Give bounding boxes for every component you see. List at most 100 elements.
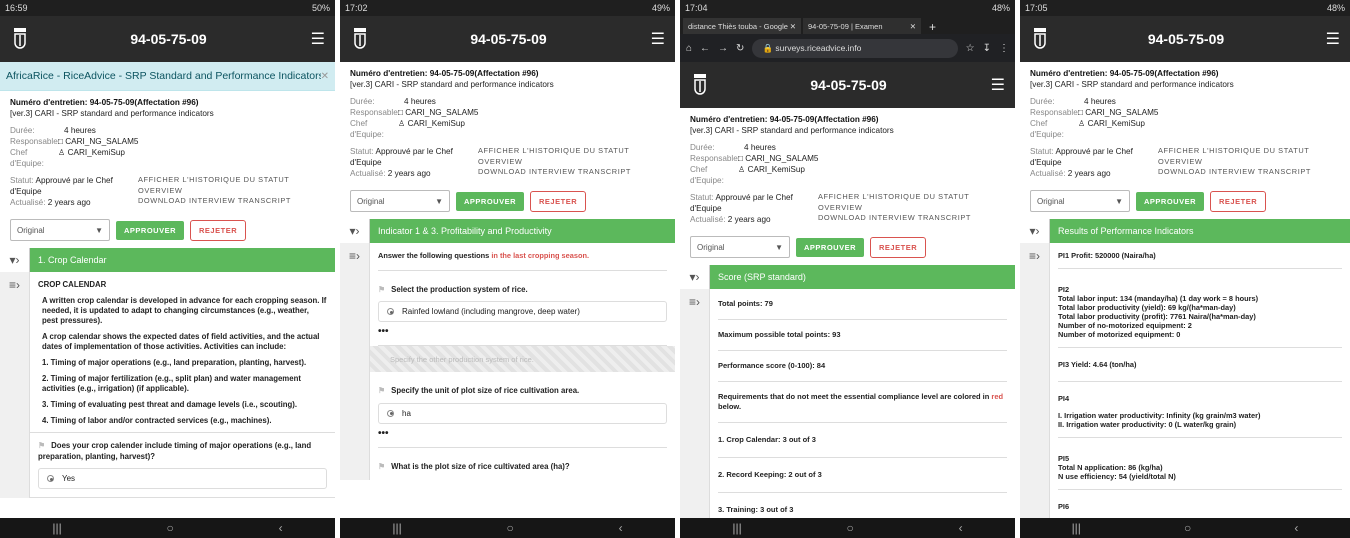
home-icon[interactable]: ○ <box>1184 521 1191 535</box>
status-history-link[interactable]: AFFICHER L'HISTORIQUE DU STATUT <box>478 146 631 157</box>
status-history-link[interactable]: AFFICHER L'HISTORIQUE DU STATUT <box>1158 146 1311 157</box>
interview-number: Numéro d'entretien: 94-05-75-09(Affectat… <box>10 98 199 107</box>
paragraph: A crop calendar shows the expected dates… <box>42 332 320 351</box>
back-arrow-icon[interactable]: ← <box>700 43 710 54</box>
home-page-icon[interactable]: ⌂ <box>686 43 692 54</box>
version-select[interactable]: Original ▼ <box>350 190 450 212</box>
list-icon[interactable]: ≡› <box>0 272 30 498</box>
version-select[interactable]: Original ▼ <box>10 219 110 241</box>
question-text: ⚑ Select the production system of rice. <box>378 284 528 294</box>
home-icon[interactable]: ○ <box>167 521 174 535</box>
recent-apps-icon[interactable]: ||| <box>1072 521 1081 535</box>
flag-icon[interactable]: ⚑ <box>378 386 385 395</box>
overview-link[interactable]: OVERVIEW <box>1158 157 1311 168</box>
browser-tab-active[interactable]: 94-05-75-09 | Examen ✕ <box>803 18 921 34</box>
supervisor-value[interactable]: ♙ CARI_KemiSup <box>398 118 465 140</box>
recent-apps-icon[interactable]: ||| <box>732 521 741 535</box>
approve-button[interactable]: APPROUVER <box>1136 191 1205 211</box>
updated-label: Actualisé: <box>10 198 46 207</box>
approve-button[interactable]: APPROUVER <box>796 237 865 257</box>
interview-info: Numéro d'entretien: 94-05-75-09(Affectat… <box>340 62 675 183</box>
questionnaire-version: [ver.3] CARI - SRP standard and performa… <box>690 126 894 135</box>
flag-icon[interactable]: ⚑ <box>378 462 385 471</box>
download-transcript-link[interactable]: DOWNLOAD INTERVIEW TRANSCRIPT <box>138 196 291 207</box>
status-history-link[interactable]: AFFICHER L'HISTORIQUE DU STATUT <box>818 192 971 203</box>
menu-dots-icon[interactable]: ⋮ <box>999 43 1009 54</box>
more-icon[interactable]: ••• <box>378 326 667 337</box>
responsible-value[interactable]: □ CARI_NG_SALAM5 <box>1078 107 1158 118</box>
recent-apps-icon[interactable]: ||| <box>392 521 401 535</box>
section-header[interactable]: ▾› Indicator 1 & 3. Profitability and Pro… <box>340 219 675 243</box>
back-icon[interactable]: ‹ <box>959 521 963 535</box>
list-icon[interactable]: ≡› <box>680 289 710 528</box>
answer-option[interactable]: ha <box>378 402 667 424</box>
download-transcript-link[interactable]: DOWNLOAD INTERVIEW TRANSCRIPT <box>818 213 971 224</box>
supervisor-value[interactable]: ♙ CARI_KemiSup <box>58 147 125 169</box>
duration-value: 4 heures <box>404 97 436 106</box>
section-header[interactable]: ▾› 1. Crop Calendar <box>0 248 335 272</box>
version-select[interactable]: Original ▼ <box>1030 190 1130 212</box>
reject-button[interactable]: REJETER <box>190 219 247 241</box>
responsible-value[interactable]: □ CARI_NG_SALAM5 <box>398 107 478 118</box>
reject-button[interactable]: REJETER <box>1210 190 1267 212</box>
filter-toggle-icon[interactable]: ▾› <box>340 219 370 243</box>
back-icon[interactable]: ‹ <box>619 521 623 535</box>
menu-icon[interactable]: ☰ <box>307 29 325 49</box>
home-icon[interactable]: ○ <box>847 521 854 535</box>
supervisor-value[interactable]: ♙ CARI_KemiSup <box>1078 118 1145 140</box>
status-history-link[interactable]: AFFICHER L'HISTORIQUE DU STATUT <box>138 175 291 186</box>
menu-icon[interactable]: ☰ <box>647 29 665 49</box>
responsible-label: Responsable: <box>1030 108 1081 117</box>
updated-label: Actualisé: <box>350 169 386 178</box>
back-icon[interactable]: ‹ <box>1294 521 1298 535</box>
updated-value: 2 years ago <box>727 215 771 224</box>
answer-option[interactable]: Yes <box>38 468 327 489</box>
recent-apps-icon[interactable]: ||| <box>52 521 61 535</box>
android-nav-bar: ||| ○ ‹ <box>340 518 675 538</box>
close-icon[interactable]: ✕ <box>321 71 329 82</box>
filter-toggle-icon[interactable]: ▾› <box>0 248 30 272</box>
more-icon[interactable]: ••• <box>378 428 667 439</box>
section-title: Score (SRP standard) <box>718 272 806 282</box>
overview-link[interactable]: OVERVIEW <box>478 157 631 168</box>
responsible-value[interactable]: □ CARI_NG_SALAM5 <box>58 136 138 147</box>
responsible-value[interactable]: □ CARI_NG_SALAM5 <box>738 153 818 164</box>
back-icon[interactable]: ‹ <box>279 521 283 535</box>
overview-link[interactable]: OVERVIEW <box>138 186 291 197</box>
list-icon[interactable]: ≡› <box>1020 243 1050 519</box>
filter-toggle-icon[interactable]: ▾› <box>1020 219 1050 243</box>
approve-button[interactable]: APPROUVER <box>116 220 185 240</box>
menu-icon[interactable]: ☰ <box>1322 29 1340 49</box>
supervisor-value[interactable]: ♙ CARI_KemiSup <box>738 164 805 186</box>
battery-level: 49% <box>651 3 670 13</box>
requirement-item: 1. Crop Calendar: 3 out of 3 <box>718 423 1007 458</box>
overview-link[interactable]: OVERVIEW <box>818 203 971 214</box>
reject-button[interactable]: REJETER <box>530 190 587 212</box>
download-icon[interactable]: ↧ <box>983 43 991 54</box>
reload-icon[interactable]: ↻ <box>736 43 744 54</box>
star-icon[interactable]: ☆ <box>966 43 975 54</box>
download-transcript-link[interactable]: DOWNLOAD INTERVIEW TRANSCRIPT <box>1158 167 1311 178</box>
new-tab-icon[interactable]: + <box>923 20 942 34</box>
updated-value: 2 years ago <box>1067 169 1111 178</box>
radio-icon <box>387 308 394 315</box>
reject-button[interactable]: REJETER <box>870 236 927 258</box>
section-header[interactable]: ▾› Results of Performance Indicators <box>1020 219 1350 243</box>
status-label: Statut: <box>1030 147 1054 156</box>
answer-option[interactable]: Rainfed lowland (including mangrove, dee… <box>378 301 667 322</box>
duration-label: Durée: <box>350 97 375 106</box>
approve-button[interactable]: APPROUVER <box>456 191 525 211</box>
version-select[interactable]: Original ▼ <box>690 236 790 258</box>
download-transcript-link[interactable]: DOWNLOAD INTERVIEW TRANSCRIPT <box>478 167 631 178</box>
filter-toggle-icon[interactable]: ▾› <box>680 265 710 289</box>
flag-icon[interactable]: ⚑ <box>38 441 45 450</box>
section-header[interactable]: ▾› Score (SRP standard) <box>680 265 1015 289</box>
home-icon[interactable]: ○ <box>507 521 514 535</box>
browser-tab[interactable]: distance Thiès touba - Google ✕ <box>683 18 801 34</box>
flag-icon[interactable]: ⚑ <box>378 285 385 294</box>
forward-arrow-icon[interactable]: → <box>718 43 728 54</box>
logo-icon <box>10 24 30 54</box>
url-input[interactable]: 🔒 surveys.riceadvice.info <box>752 38 958 58</box>
menu-icon[interactable]: ☰ <box>987 75 1005 95</box>
list-icon[interactable]: ≡› <box>340 243 370 480</box>
